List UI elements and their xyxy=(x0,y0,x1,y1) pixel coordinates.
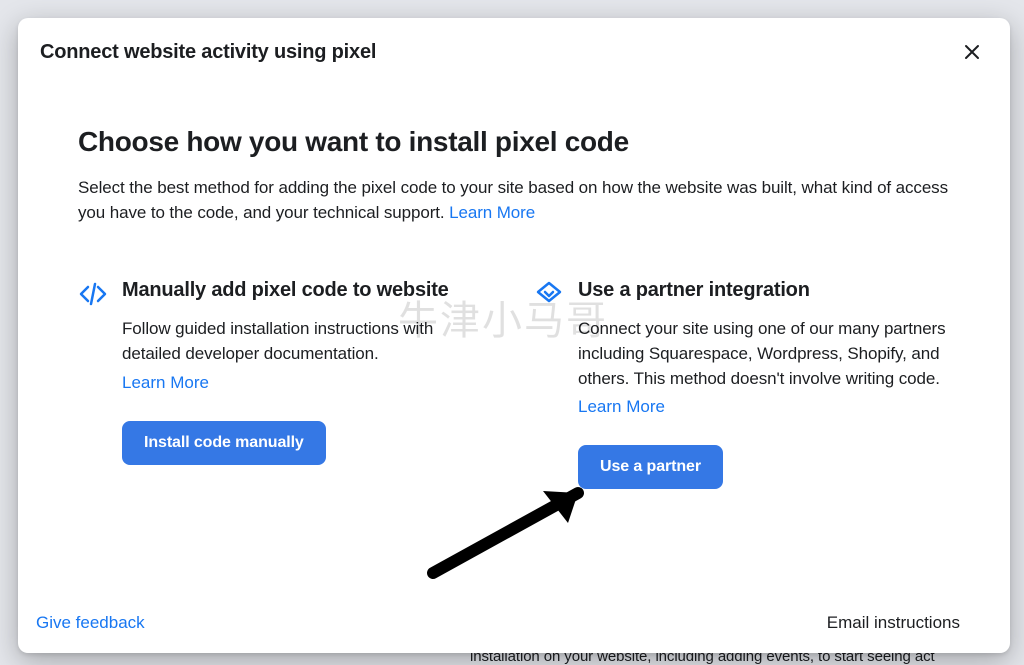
option-manual-body: Manually add pixel code to website Follo… xyxy=(122,277,494,489)
option-partner-title: Use a partner integration xyxy=(578,277,950,303)
use-partner-button[interactable]: Use a partner xyxy=(578,445,723,489)
modal-footer: Give feedback Email instructions xyxy=(18,595,1010,653)
modal-header: Connect website activity using pixel xyxy=(18,18,1010,86)
section-description: Select the best method for adding the pi… xyxy=(78,176,950,225)
option-manual-desc: Follow guided installation instructions … xyxy=(122,317,494,366)
modal-content: Choose how you want to install pixel cod… xyxy=(18,86,1010,595)
give-feedback-link[interactable]: Give feedback xyxy=(36,613,145,633)
code-icon xyxy=(78,279,108,309)
close-icon xyxy=(962,42,982,62)
background-tabs xyxy=(0,0,1024,10)
option-manual-link[interactable]: Learn More xyxy=(122,373,209,393)
handshake-icon xyxy=(534,279,564,309)
option-manual: Manually add pixel code to website Follo… xyxy=(78,277,494,489)
modal-title: Connect website activity using pixel xyxy=(40,41,376,64)
option-partner: Use a partner integration Connect your s… xyxy=(534,277,950,489)
option-partner-body: Use a partner integration Connect your s… xyxy=(578,277,950,489)
option-manual-title: Manually add pixel code to website xyxy=(122,277,494,303)
install-pixel-modal: Connect website activity using pixel Cho… xyxy=(18,18,1010,653)
option-partner-link[interactable]: Learn More xyxy=(578,397,665,417)
email-instructions-link[interactable]: Email instructions xyxy=(827,613,960,633)
install-options: Manually add pixel code to website Follo… xyxy=(78,277,950,489)
close-button[interactable] xyxy=(956,36,988,68)
install-manually-button[interactable]: Install code manually xyxy=(122,421,326,465)
option-partner-desc: Connect your site using one of our many … xyxy=(578,317,950,391)
section-title: Choose how you want to install pixel cod… xyxy=(78,126,950,158)
learn-more-link[interactable]: Learn More xyxy=(449,203,535,222)
